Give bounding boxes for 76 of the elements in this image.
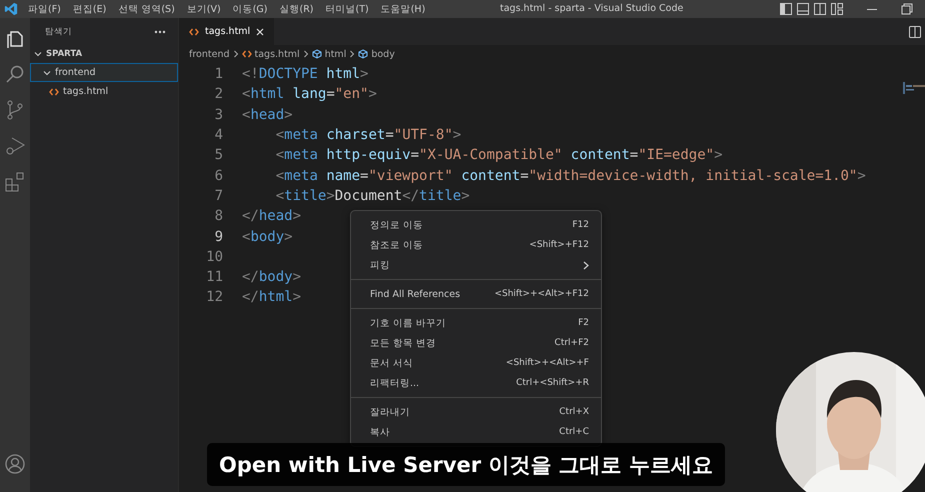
chevron-icon [349, 50, 356, 58]
minimap-drawing [903, 81, 925, 95]
code-line: <!DOCTYPE html> [242, 66, 368, 82]
menu-item[interactable]: 리팩터링... Ctrl+<Shift>+R [351, 373, 601, 393]
code-line: </html> [242, 289, 302, 306]
line-number: 2 [214, 86, 223, 102]
split-layout-icon[interactable] [814, 3, 826, 15]
editor-tab[interactable]: tags.html [179, 18, 274, 45]
menu-item[interactable]: 이동(G) [232, 2, 268, 16]
line-number: 4 [214, 127, 223, 144]
code-line: <head> [242, 106, 293, 123]
menu-item[interactable]: 문서 서식 <Shift>+<Alt>+F [351, 353, 601, 373]
code-file-icon [242, 50, 252, 58]
folder-item[interactable]: frontend [30, 63, 178, 82]
line-number: 6 [214, 168, 223, 184]
code-file-icon [189, 28, 199, 36]
menu-item[interactable]: 복사 Ctrl+C [351, 422, 601, 442]
explorer-title: 탐색기 [45, 26, 72, 38]
subtitle-caption: Open with Live Server 이것을 그대로 누르세요 [207, 443, 726, 486]
code-line: <body> [242, 228, 293, 245]
code-file-icon [49, 88, 59, 96]
breadcrumb-item[interactable]: body [358, 48, 395, 60]
line-number: 5 [214, 147, 223, 164]
menu-item[interactable]: 선택 영역(S) [118, 2, 175, 16]
menu-item[interactable]: 피킹 [351, 255, 601, 275]
code-line: <title>Document</title> [274, 188, 470, 204]
breadcrumb-item[interactable]: html [312, 48, 346, 60]
line-number: 12 [205, 289, 223, 306]
line-number: 11 [205, 269, 223, 286]
more-actions-icon[interactable] [154, 30, 166, 34]
cube-icon [358, 49, 368, 59]
line-number: 7 [214, 188, 223, 204]
file-item[interactable]: tags.html [30, 82, 178, 101]
menu-item[interactable]: 기호 이름 바꾸기 F2 [351, 313, 601, 333]
menu-item[interactable]: Find All References <Shift>+<Alt>+F12 [351, 284, 601, 304]
window-title: tags.html - sparta - Visual Studio Code [500, 3, 684, 14]
workspace-title[interactable]: SPARTA [46, 49, 82, 59]
code-line: <meta http-equiv="X-UA-Compatible" content="IE=edge"> [274, 147, 723, 164]
menu-item[interactable]: 도움말(H) [380, 2, 426, 16]
code-line: <html lang="en"> [242, 86, 377, 102]
panel-toggle-icon[interactable] [797, 3, 809, 15]
split-editor-icon[interactable] [909, 26, 921, 38]
account-icon[interactable] [5, 454, 25, 474]
menu-item[interactable]: 정의로 이동 F12 [351, 215, 601, 235]
run-debug-icon[interactable] [5, 136, 25, 156]
extensions-icon[interactable] [5, 172, 25, 192]
code-line: </head> [242, 208, 302, 224]
line-number: 10 [205, 248, 223, 265]
code-line: </body> [242, 269, 302, 286]
menu-item[interactable]: 모든 항목 변경 Ctrl+F2 [351, 333, 601, 353]
menu-item[interactable]: 보기(V) [186, 2, 221, 16]
menu-item[interactable]: 편집(E) [72, 2, 106, 16]
menu-item[interactable]: 실행(R) [279, 2, 314, 16]
code-line: <meta name="viewport" content="width=device-width, initial-scale=1.0"> [274, 168, 866, 184]
code-line: <meta charset="UTF-8"> [274, 127, 462, 144]
line-number: 3 [214, 106, 223, 123]
chevron-icon [302, 50, 309, 58]
chevron-icon [43, 68, 51, 76]
app-logo-icon [4, 2, 18, 16]
layout-grid-icon[interactable] [831, 3, 843, 15]
menu-item[interactable]: 잘라내기 Ctrl+X [351, 402, 601, 422]
line-number: 8 [214, 208, 223, 224]
menu-item[interactable]: 파일(F) [28, 2, 61, 16]
menu-item[interactable]: 터미널(T) [326, 2, 369, 16]
sidebar-toggle-icon[interactable] [780, 3, 792, 15]
source-control-icon[interactable] [5, 100, 25, 120]
chevron-icon [232, 50, 238, 58]
search-icon[interactable] [5, 64, 25, 84]
breadcrumb-item[interactable]: tags.html [242, 48, 300, 60]
close-icon[interactable] [256, 28, 264, 36]
cube-icon [312, 49, 322, 59]
restore-icon[interactable] [901, 3, 913, 15]
menu-item[interactable]: 참조로 이동 <Shift>+F12 [351, 235, 601, 255]
line-number: 1 [214, 66, 223, 82]
breadcrumb-item[interactable]: frontend [189, 48, 230, 60]
line-number: 9 [214, 228, 223, 245]
